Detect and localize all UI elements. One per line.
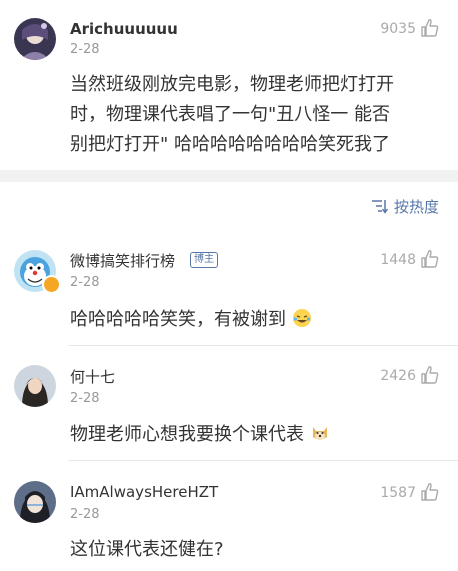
doge-emoji-icon [312, 427, 327, 440]
verified-badge-icon [42, 275, 61, 294]
sort-icon[interactable] [371, 198, 389, 214]
sort-bar [0, 182, 458, 232]
comment-text: 哈哈哈哈哈笑笑，有被谢到 [70, 305, 312, 335]
comment-divider [68, 345, 458, 346]
comment-date: 2-28 [70, 507, 100, 522]
comment-text: 这位课代表还健在? [70, 539, 224, 560]
comment-like-count: 1448 [380, 252, 416, 268]
comment-username[interactable]: IAmAlwaysHereHZT [70, 483, 218, 501]
avatar[interactable] [14, 481, 56, 523]
comment-date: 2-28 [70, 391, 100, 406]
comment-date: 2-28 [70, 275, 100, 290]
blogger-badge: 博主 [190, 252, 218, 268]
comment-text-content: 物理老师心想我要换个课代表 [70, 424, 304, 445]
main-post: Arichuuuuuu 2-28 9035 当然班级刚放完电影，物理老师把灯打开… [0, 0, 458, 170]
laughing-emoji-icon [292, 309, 311, 327]
comment-text: 物理老师心想我要换个课代表 [70, 420, 330, 450]
post-text: 当然班级刚放完电影，物理老师把灯打开 时，物理课代表唱了一句"丑八怪一 能否 别… [70, 70, 394, 160]
avatar[interactable] [14, 18, 56, 60]
avatar[interactable] [14, 365, 56, 407]
comment-like-count: 1587 [380, 485, 416, 501]
post-username[interactable]: Arichuuuuuu [70, 20, 178, 38]
thumbs-up-icon[interactable] [420, 249, 440, 269]
sort-by-hot-button[interactable]: 按热度 [394, 196, 439, 217]
comment-text-content: 哈哈哈哈哈笑笑，有被谢到 [70, 309, 286, 330]
section-divider [0, 170, 458, 182]
thumbs-up-icon[interactable] [420, 18, 440, 38]
comment-like-count: 2426 [380, 368, 416, 384]
post-text-line: 当然班级刚放完电影，物理老师把灯打开 [70, 74, 394, 95]
post-text-line: 别把灯打开" 哈哈哈哈哈哈哈哈笑死我了 [70, 134, 390, 155]
thumbs-up-icon[interactable] [420, 482, 440, 502]
post-date: 2-28 [70, 42, 100, 57]
comment-username[interactable]: 微博搞笑排行榜 [70, 250, 175, 271]
comment-username[interactable]: 何十七 [70, 366, 115, 387]
post-like-count: 9035 [380, 21, 416, 37]
thumbs-up-icon[interactable] [420, 365, 440, 385]
post-text-line: 时，物理课代表唱了一句"丑八怪一 能否 [70, 104, 390, 125]
comment-divider [68, 460, 458, 461]
